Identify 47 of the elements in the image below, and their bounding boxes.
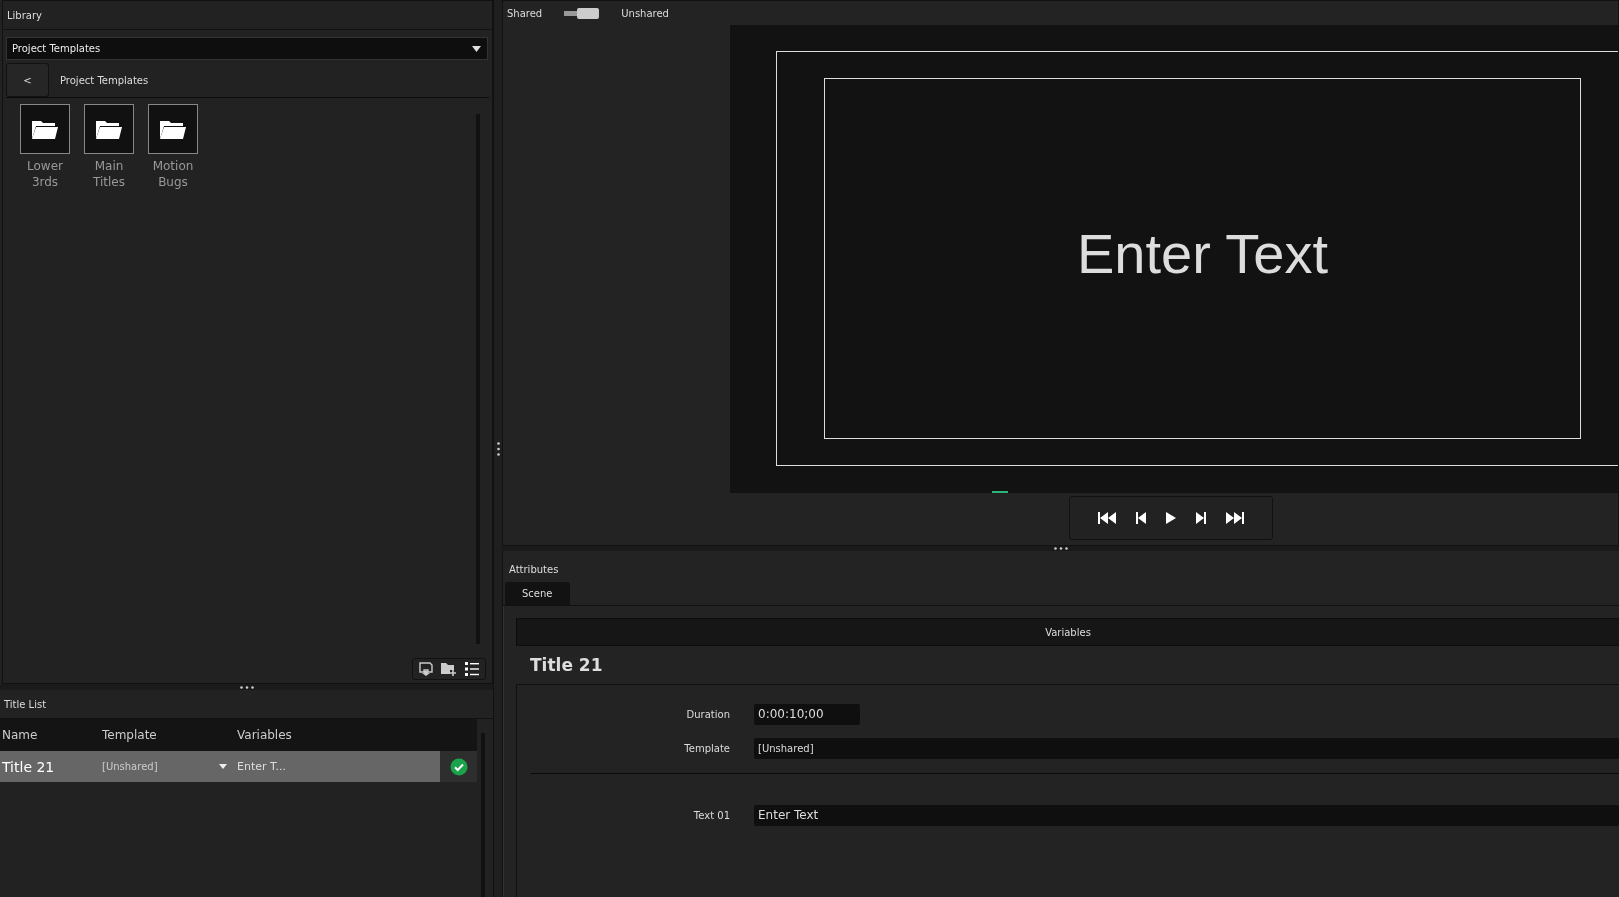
switch-label: Unshared xyxy=(621,7,669,19)
tab[interactable]: Scene xyxy=(505,582,570,605)
title-name: Title 21 xyxy=(1,758,56,775)
new-folder-icon[interactable] xyxy=(441,662,457,676)
splitter-handle[interactable] xyxy=(1053,546,1068,550)
skip-to-end-icon[interactable] xyxy=(1225,511,1244,524)
column-header[interactable]: Name xyxy=(0,728,102,742)
back-button[interactable]: < xyxy=(6,63,49,97)
caret-icon xyxy=(472,45,481,52)
save-icon[interactable] xyxy=(419,662,433,676)
play-icon[interactable] xyxy=(1165,511,1176,524)
column-header[interactable]: Variables xyxy=(235,728,477,742)
folder-tile[interactable] xyxy=(148,104,198,154)
folder-icon xyxy=(31,118,59,140)
column-header[interactable]: Template xyxy=(102,728,235,742)
folder-label: Motion Bugs xyxy=(152,158,194,190)
template-value: [Unshared] xyxy=(102,761,158,772)
input-field[interactable]: [Unshared] xyxy=(754,737,1619,759)
preview-text: Enter Text xyxy=(1076,220,1329,286)
folder-icon xyxy=(159,118,187,140)
splitter-handle[interactable] xyxy=(239,685,254,689)
input-field[interactable]: 0:00:10;00 xyxy=(754,703,860,725)
playhead-marker[interactable] xyxy=(992,490,1008,493)
folder-label: Lower 3rds xyxy=(27,158,63,190)
folder-icon xyxy=(95,118,123,140)
caret-icon[interactable] xyxy=(219,764,227,769)
section-header[interactable]: Variables xyxy=(516,618,1619,646)
field-label: Text 01 xyxy=(692,809,730,821)
folder-tile[interactable] xyxy=(84,104,134,154)
step-back-icon[interactable] xyxy=(1135,511,1146,524)
field-label: Template xyxy=(683,742,730,754)
switch-label: Shared xyxy=(507,7,543,19)
variables-value: Enter T... xyxy=(236,760,287,773)
folder-label: Main Titles xyxy=(93,158,125,190)
title-row[interactable]: Title 21 [Unshared] Enter T... xyxy=(0,751,477,782)
shared-toggle[interactable] xyxy=(564,7,600,19)
folder-tile[interactable] xyxy=(20,104,70,154)
breadcrumb: Project Templates xyxy=(59,73,149,88)
step-forward-icon[interactable] xyxy=(1195,511,1206,524)
input-field[interactable]: Enter Text xyxy=(754,804,1619,826)
field-label: Duration xyxy=(685,708,730,720)
library-dropdown[interactable]: Project Templates xyxy=(6,37,488,60)
list-view-icon[interactable] xyxy=(465,662,479,676)
skip-to-start-icon[interactable] xyxy=(1097,511,1116,524)
splitter-handle[interactable] xyxy=(496,441,500,456)
panel-title: Attributes xyxy=(508,563,560,575)
title-heading: Title 21 xyxy=(529,654,604,677)
